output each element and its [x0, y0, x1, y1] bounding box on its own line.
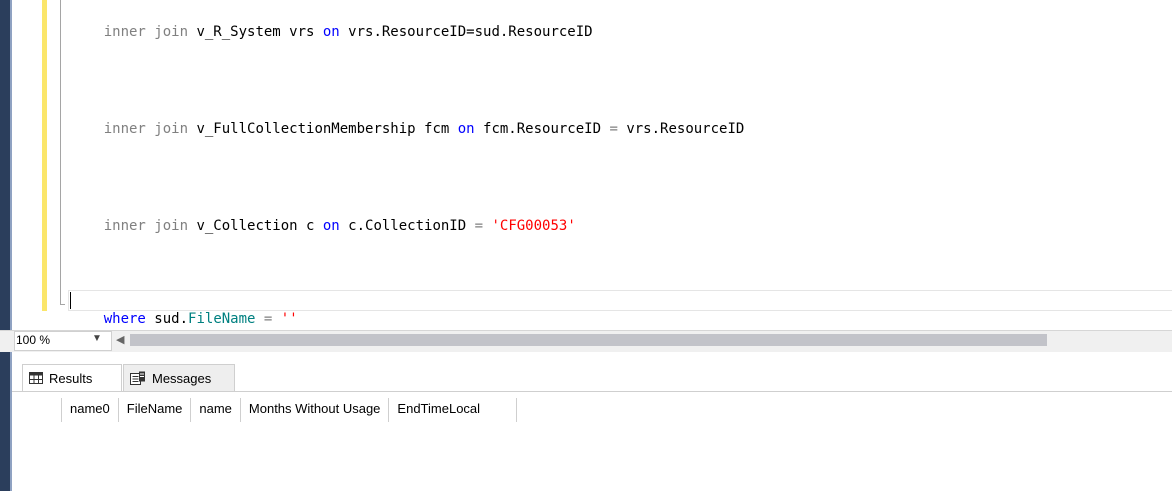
code-token: sud.	[145, 311, 189, 327]
code-line-join-system[interactable]: inner join v_R_System vrs on vrs.Resourc…	[70, 5, 593, 59]
tab-messages[interactable]: Messages	[123, 364, 235, 391]
change-tracking-bar	[42, 0, 47, 311]
code-token: 'CFG00053'	[491, 218, 576, 234]
code-token: =	[609, 121, 618, 137]
code-token: inner join	[103, 121, 197, 137]
code-token: v_R_System vrs	[196, 24, 323, 40]
code-token: v_FullCollectionMembership fcm	[196, 121, 458, 137]
code-token: inner join	[103, 24, 197, 40]
code-token: c.CollectionID	[339, 218, 475, 234]
tab-results-label: Results	[49, 370, 93, 386]
code-line-join-membership[interactable]: inner join v_FullCollectionMembership fc…	[70, 102, 745, 156]
zoom-value: 100 %	[16, 333, 51, 347]
text-caret	[70, 292, 71, 309]
chevron-down-icon[interactable]: ▼	[92, 333, 102, 344]
messages-icon	[130, 371, 145, 385]
horizontal-scroll-thumb[interactable]	[130, 334, 1047, 346]
code-token: on	[457, 121, 475, 137]
results-grid-header: name0 FileName name Months Without Usage…	[22, 398, 518, 422]
scroll-left-arrow-icon[interactable]: ◀	[116, 333, 124, 346]
outline-fold-line	[60, 0, 61, 305]
query-editor[interactable]: inner join v_R_System vrs on vrs.Resourc…	[12, 0, 1172, 327]
code-token: on	[322, 24, 340, 40]
code-token: v_Collection c	[196, 218, 323, 234]
code-token: vrs.ResourceID=sud.ResourceID	[339, 24, 593, 40]
code-token: =	[474, 218, 484, 234]
code-token: inner join	[103, 218, 197, 234]
column-header-months-without-usage[interactable]: Months Without Usage	[241, 398, 390, 422]
code-token: fcm.ResourceID	[474, 121, 610, 137]
column-header-endtimelocal[interactable]: EndTimeLocal	[389, 398, 518, 422]
column-header-name0[interactable]: name0	[62, 398, 119, 422]
grid-icon	[29, 372, 43, 384]
results-grid[interactable]: name0 FileName name Months Without Usage…	[22, 398, 1172, 491]
code-token: FileName	[188, 311, 256, 327]
code-token: on	[322, 218, 340, 234]
code-token: ''	[280, 311, 298, 327]
code-token: where	[103, 311, 146, 327]
column-header-name[interactable]: name	[191, 398, 241, 422]
row-number-header[interactable]	[22, 398, 62, 422]
column-header-filename[interactable]: FileName	[119, 398, 192, 422]
code-token: vrs.ResourceID	[617, 121, 745, 137]
left-window-border	[0, 0, 10, 491]
editor-gutter	[12, 0, 42, 320]
code-line-join-collection[interactable]: inner join v_Collection c on c.Collectio…	[70, 199, 576, 253]
tab-results[interactable]: Results	[22, 364, 122, 391]
tab-messages-label: Messages	[152, 370, 212, 386]
tab-divider	[12, 391, 1172, 392]
outline-fold-end	[60, 304, 65, 305]
